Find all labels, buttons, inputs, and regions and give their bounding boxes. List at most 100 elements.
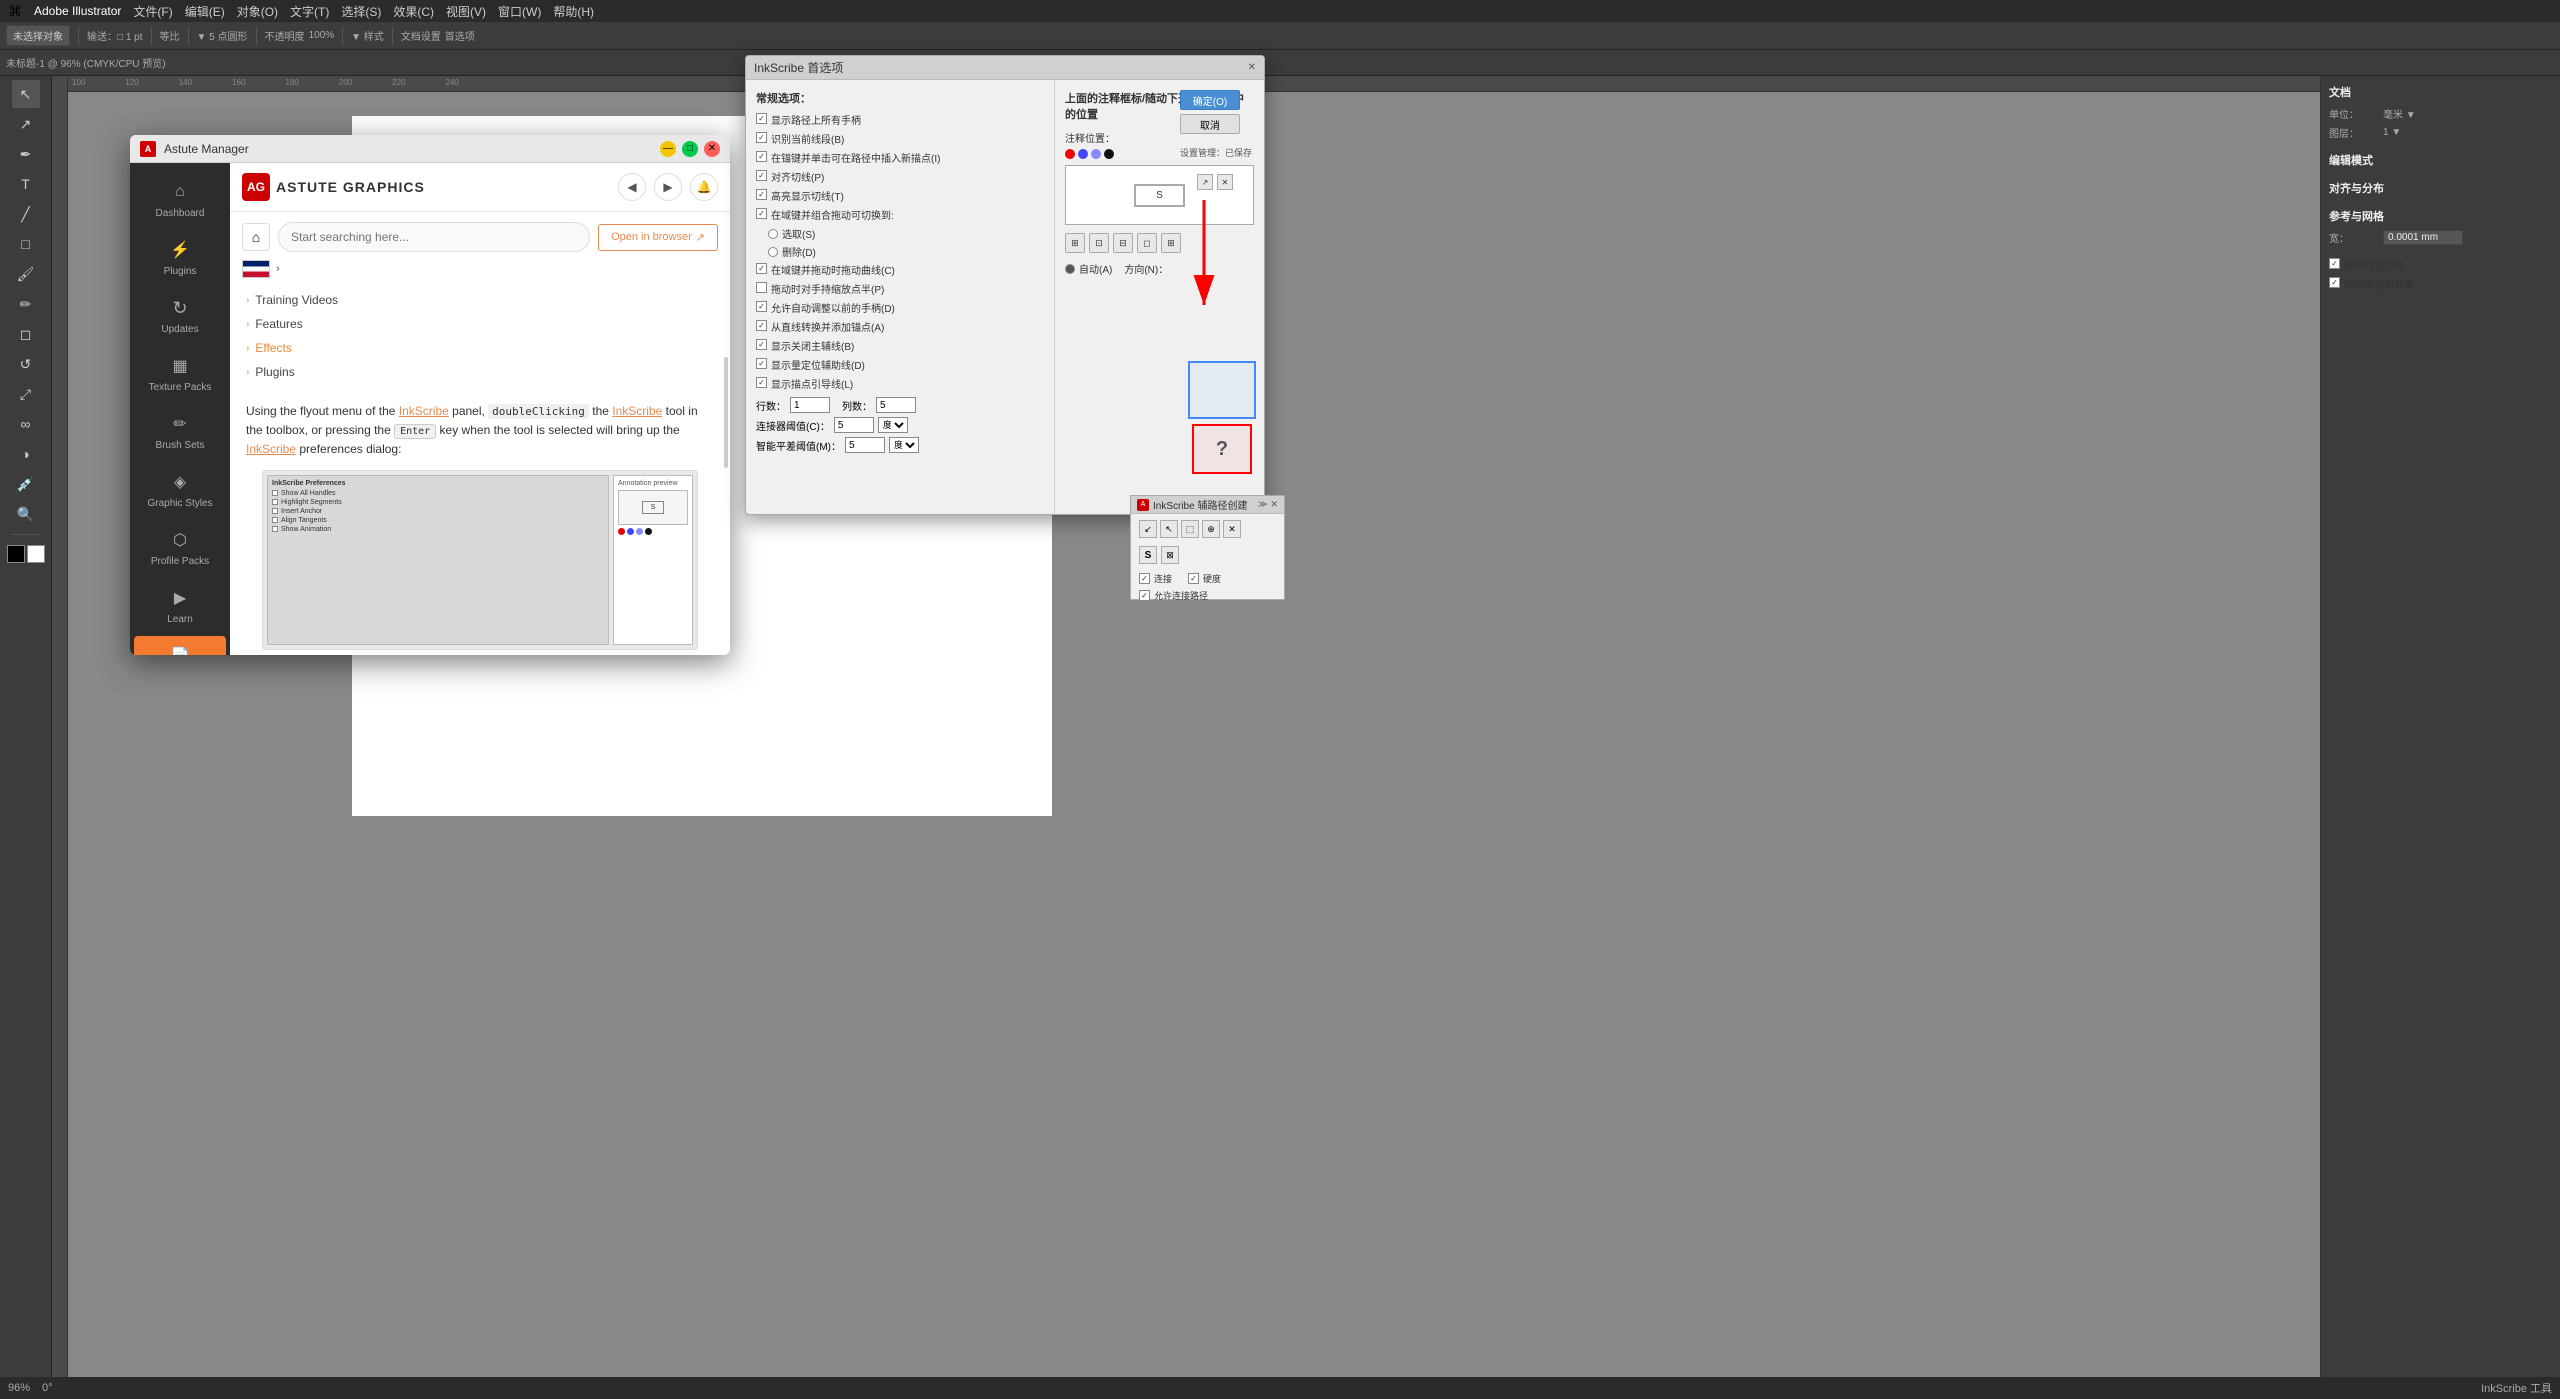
eraser-tool[interactable]: ◻ — [12, 320, 40, 348]
rotate-tool[interactable]: ↺ — [12, 350, 40, 378]
sidebar-item-updates[interactable]: ↻ Updates — [134, 288, 226, 344]
sidebar-item-plugins[interactable]: ⚡ Plugins — [134, 230, 226, 286]
cols-input[interactable] — [876, 397, 916, 413]
checkbox-show-handles[interactable] — [756, 113, 767, 124]
inkscribe-link-1[interactable]: InkScribe — [399, 404, 449, 418]
paintbrush-tool[interactable]: 🖌 — [12, 260, 40, 288]
maximize-button[interactable]: □ — [682, 141, 698, 157]
panel-icon-2[interactable]: ↖ — [1160, 520, 1178, 538]
radio-select-btn[interactable] — [768, 229, 778, 239]
panel-icon-3[interactable]: ⬚ — [1181, 520, 1199, 538]
panel-expand[interactable]: ≫ — [1258, 499, 1267, 510]
zoom-tool[interactable]: 🔍 — [12, 500, 40, 528]
dialog-close-x[interactable]: ✕ — [1248, 62, 1256, 73]
direct-selection-tool[interactable]: ↗ — [12, 110, 40, 138]
minimize-button[interactable]: — — [660, 141, 676, 157]
sidebar-item-graphic-styles[interactable]: ◈ Graphic Styles — [134, 462, 226, 518]
blend-tool[interactable]: ∞ — [12, 410, 40, 438]
pencil-tool[interactable]: ✏ — [12, 290, 40, 318]
inkscribe-link-3[interactable]: InkScribe — [246, 442, 296, 456]
sidebar-item-texture-packs[interactable]: ▦ Texture Packs — [134, 346, 226, 402]
menu-edit[interactable]: 编辑(E) — [185, 3, 225, 20]
radio-auto[interactable] — [1065, 264, 1075, 274]
panel-close[interactable]: ✕ — [1270, 499, 1278, 510]
swatch-red[interactable] — [1065, 149, 1075, 159]
sidebar-item-learn[interactable]: ▶ Learn — [134, 578, 226, 634]
nav-item-effects[interactable]: › Effects — [246, 336, 714, 360]
connector-unit-select[interactable]: 度 — [878, 417, 908, 433]
astute-scrollable-content[interactable]: › Training Videos › Features › Effects ›… — [230, 282, 730, 655]
tool-options[interactable]: 未选择对象 — [6, 25, 70, 46]
checkbox-show-guides-b[interactable] — [756, 339, 767, 350]
menu-select[interactable]: 选择(S) — [341, 3, 381, 20]
menu-help[interactable]: 帮助(H) — [553, 3, 594, 20]
checkbox-show-guide-lines[interactable] — [756, 377, 767, 388]
sidebar-item-dashboard[interactable]: ⌂ Dashboard — [134, 172, 226, 228]
language-arrow[interactable]: › — [276, 263, 280, 275]
home-button[interactable]: ⌂ — [242, 223, 270, 251]
type-tool[interactable]: T — [12, 170, 40, 198]
menu-window[interactable]: 窗口(W) — [498, 3, 541, 20]
ok-button[interactable]: 确定(O) — [1180, 90, 1240, 110]
style-btn-4[interactable]: ◻ — [1137, 233, 1157, 253]
menu-effects[interactable]: 效果(C) — [393, 3, 434, 20]
preview-btn-2[interactable]: ✕ — [1217, 174, 1233, 190]
style-btn-1[interactable]: ⊞ — [1065, 233, 1085, 253]
line-tool[interactable]: ╱ — [12, 200, 40, 228]
apple-menu[interactable]: ⌘ — [8, 3, 22, 20]
scroll-bar[interactable] — [724, 357, 728, 469]
fill-color[interactable] — [7, 545, 25, 563]
nav-forward-button[interactable]: ▶ — [654, 173, 682, 201]
panel-checkbox-connect[interactable] — [1139, 573, 1150, 584]
open-browser-button[interactable]: Open in browser ↗ — [598, 224, 718, 251]
notification-bell-button[interactable]: 🔔 — [690, 173, 718, 201]
props-checkbox-2[interactable] — [2329, 277, 2340, 288]
panel-extra-btn[interactable]: ⊠ — [1161, 546, 1179, 564]
checkbox-highlight-tangents[interactable] — [756, 189, 767, 200]
checkbox-align-tangents[interactable] — [756, 170, 767, 181]
selection-tool[interactable]: ↖ — [12, 80, 40, 108]
search-input[interactable] — [278, 222, 590, 252]
nav-back-button[interactable]: ◀ — [618, 173, 646, 201]
menu-view[interactable]: 视图(V) — [446, 3, 486, 20]
swatch-light-blue[interactable] — [1091, 149, 1101, 159]
checkbox-auto-adjust[interactable] — [756, 301, 767, 312]
cancel-button[interactable]: 取消 — [1180, 114, 1240, 134]
opacity-value[interactable]: 100% — [309, 30, 335, 41]
preferences[interactable]: 首选项 — [445, 28, 475, 43]
panel-icon-4[interactable]: ⊕ — [1202, 520, 1220, 538]
checkbox-convert-line[interactable] — [756, 320, 767, 331]
checkbox-show-guides-d[interactable] — [756, 358, 767, 369]
smart-flat-input[interactable] — [845, 437, 885, 453]
panel-icon-5[interactable]: ✕ — [1223, 520, 1241, 538]
inkscribe-link-2[interactable]: InkScribe — [612, 404, 662, 418]
doc-settings[interactable]: 文档设置 — [401, 28, 441, 43]
nav-item-plugins[interactable]: › Plugins — [246, 360, 714, 384]
style-btn-3[interactable]: ⊟ — [1113, 233, 1133, 253]
style-btn-5[interactable]: ⊞ — [1161, 233, 1181, 253]
close-button[interactable]: ✕ — [704, 141, 720, 157]
radio-delete-btn[interactable] — [768, 247, 778, 257]
panel-s-button[interactable]: S — [1139, 546, 1157, 564]
swatch-blue[interactable] — [1078, 149, 1088, 159]
menu-file[interactable]: 文件(F) — [133, 3, 172, 20]
rotation-display[interactable]: 0° — [42, 1382, 53, 1394]
preview-btn-1[interactable]: ↗ — [1197, 174, 1213, 190]
panel-checkbox-allow-connect[interactable] — [1139, 590, 1150, 601]
gradient-tool[interactable]: ◑ — [12, 440, 40, 468]
eyedropper-tool[interactable]: 💉 — [12, 470, 40, 498]
checkbox-insert-anchor[interactable] — [756, 151, 767, 162]
nav-item-features[interactable]: › Features — [246, 312, 714, 336]
connector-input[interactable] — [834, 417, 874, 433]
props-width-input[interactable] — [2383, 230, 2463, 245]
panel-checkbox-hardness[interactable] — [1188, 573, 1199, 584]
stroke-color[interactable] — [27, 545, 45, 563]
panel-icon-1[interactable]: ↙ — [1139, 520, 1157, 538]
scale-tool[interactable]: ⤢ — [12, 380, 40, 408]
checkbox-scale-handles[interactable] — [756, 282, 767, 293]
pen-tool[interactable]: ✒ — [12, 140, 40, 168]
checkbox-drag-curve[interactable] — [756, 263, 767, 274]
checkbox-recognize-segment[interactable] — [756, 132, 767, 143]
swatch-black[interactable] — [1104, 149, 1114, 159]
sidebar-item-brush-sets[interactable]: ✏ Brush Sets — [134, 404, 226, 460]
